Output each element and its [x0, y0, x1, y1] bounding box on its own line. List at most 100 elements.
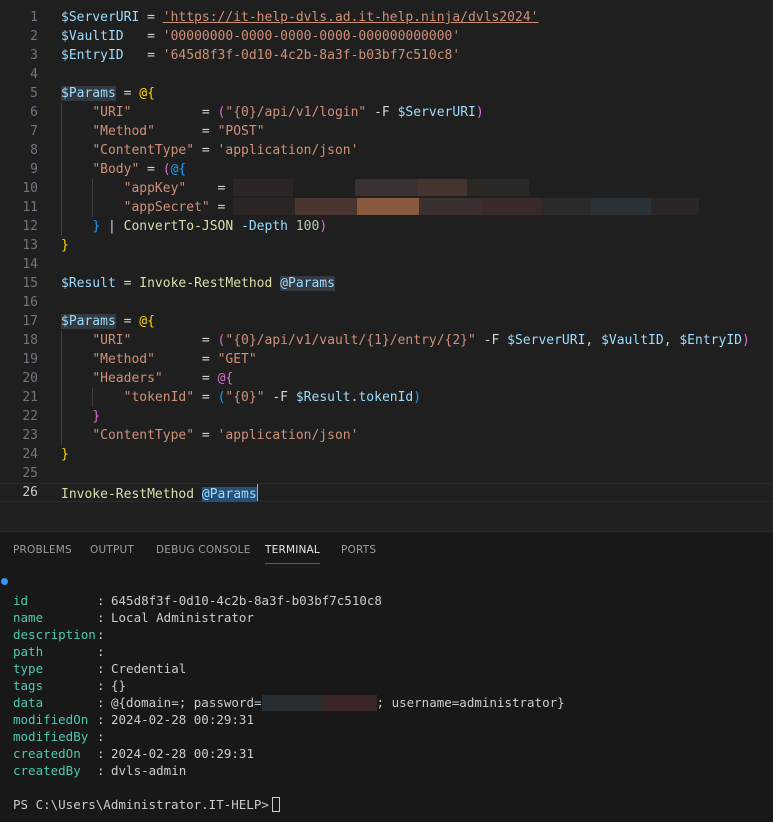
code-line[interactable]: 10 "appKey" = — [0, 179, 773, 198]
tab-ports[interactable]: PORTS — [341, 542, 376, 558]
code-line[interactable]: 21 "tokenId" = ("{0}" -F $Result.tokenId… — [0, 388, 773, 407]
code-line[interactable]: 4 — [0, 65, 773, 84]
code-line[interactable]: 2 $VaultID = '00000000-0000-0000-0000-000… — [0, 27, 773, 46]
code-token: = — [209, 200, 234, 215]
property-separator: : — [97, 695, 105, 710]
line-number: 25 — [22, 466, 38, 481]
property-separator: : — [97, 661, 105, 676]
code-line[interactable]: 5 $Params = @{ — [0, 84, 773, 103]
code-token: $ServerURI — [397, 105, 476, 120]
terminal-output-row: name: Local Administrator — [13, 609, 753, 626]
code-token: "appSecret" — [123, 200, 210, 215]
code-line[interactable]: 23 "ContentType" = 'application/json' — [0, 426, 773, 445]
property-name: description — [13, 627, 96, 642]
code-editor[interactable]: 1 $ServerURI = 'https://it-help-dvls.ad.i… — [0, 0, 773, 531]
code-token: "Method" — [92, 124, 155, 139]
code-line[interactable]: 19 "Method" = "GET" — [0, 350, 773, 369]
property-name: modifiedOn — [13, 712, 89, 727]
code-line[interactable]: 15 $Result = Invoke-RestMethod @Params — [0, 274, 773, 293]
code-line[interactable]: 16 — [0, 293, 773, 312]
code-token: '00000000-0000-0000-0000-000000000000' — [162, 29, 461, 44]
code-line[interactable]: 1 $ServerURI = 'https://it-help-dvls.ad.i… — [0, 8, 773, 27]
code-token: 'application/json' — [217, 143, 359, 158]
code-line[interactable]: 6 "URI" = ("{0}/api/v1/login" -F $Server… — [0, 103, 773, 122]
code-line[interactable]: 26 Invoke-RestMethod @Params — [0, 483, 773, 502]
code-line[interactable]: 13} — [0, 236, 773, 255]
code-token: "ContentType" — [92, 428, 195, 443]
tab-terminal[interactable]: TERMINAL — [265, 542, 320, 564]
code-token: $VaultID — [61, 29, 124, 44]
code-token: ) — [413, 390, 422, 405]
code-line[interactable]: 24} — [0, 445, 773, 464]
redacted-secret — [233, 179, 294, 196]
code-line[interactable]: 14 — [0, 255, 773, 274]
code-text: $ServerURI = 'https://it-help-dvls.ad.it… — [61, 8, 538, 27]
code-line[interactable]: 20 "Headers" = @{ — [0, 369, 773, 388]
tab-debug-console[interactable]: DEBUG CONSOLE — [156, 542, 251, 558]
text-cursor — [256, 484, 258, 501]
code-token: 'https://it-help-dvls.ad.it-help.ninja/d… — [162, 10, 539, 25]
code-token: $ServerURI — [61, 10, 140, 25]
property-value: Local Administrator — [111, 610, 254, 625]
code-token: '645d8f3f-0d10-4c2b-8a3f-b03bf7c510c8' — [162, 48, 461, 63]
code-token: @{ — [170, 162, 187, 177]
code-text: "URI" = ("{0}/api/v1/login" -F $ServerUR… — [61, 103, 483, 122]
code-text: "ContentType" = 'application/json' — [61, 141, 358, 160]
property-name: name — [13, 610, 44, 625]
code-token: 'application/json' — [217, 428, 359, 443]
code-text: Invoke-RestMethod @Params — [61, 484, 258, 503]
code-token: $VaultID — [601, 333, 664, 348]
code-line[interactable]: 3 $EntryID = '645d8f3f-0d10-4c2b-8a3f-b03… — [0, 46, 773, 65]
code-token: $Params — [61, 86, 116, 101]
code-line[interactable]: 18 "URI" = ("{0}/api/v1/vault/{1}/entry/… — [0, 331, 773, 350]
code-text: "ContentType" = 'application/json' — [61, 426, 358, 445]
code-token: = — [131, 333, 218, 348]
code-token: "appKey" — [123, 181, 187, 196]
command-status-dot-icon[interactable] — [1, 578, 8, 585]
code-token: Invoke-RestMethod — [139, 276, 273, 291]
code-token: } — [92, 409, 101, 424]
code-token: = — [139, 10, 163, 25]
code-token: -F — [366, 105, 398, 120]
line-number: 13 — [22, 238, 38, 253]
tab-problems[interactable]: PROBLEMS — [13, 542, 72, 558]
code-line[interactable]: 12 } | ConvertTo-JSON -Depth 100) — [0, 217, 773, 236]
code-token: "POST" — [217, 124, 265, 139]
code-line[interactable]: 17 $Params = @{ — [0, 312, 773, 331]
code-line[interactable]: 22 } — [0, 407, 773, 426]
tab-output[interactable]: OUTPUT — [90, 542, 134, 558]
line-number: 21 — [22, 390, 38, 405]
code-token: | — [100, 219, 124, 234]
code-line[interactable]: 25 — [0, 464, 773, 483]
terminal-output-row: id:645d8f3f-0d10-4c2b-8a3f-b03bf7c510c8 — [13, 592, 753, 609]
code-text: "appSecret" = — [61, 198, 700, 217]
line-number: 23 — [22, 428, 38, 443]
line-number: 5 — [30, 86, 38, 101]
code-token: = — [123, 48, 163, 63]
code-token: "Body" — [92, 162, 140, 177]
code-line[interactable]: 9 "Body" = (@{ — [0, 160, 773, 179]
code-text: "Method" = "GET" — [61, 350, 256, 369]
terminal-output-row: createdOn:2024-02-28 00:29:31 — [13, 745, 753, 762]
property-name: createdBy — [13, 763, 81, 778]
redacted-secret — [651, 198, 700, 215]
code-text: $Params = @{ — [61, 84, 155, 103]
code-token: = — [154, 124, 218, 139]
code-token: = — [131, 105, 218, 120]
code-line[interactable]: 8 "ContentType" = 'application/json' — [0, 141, 773, 160]
code-text: } — [61, 236, 69, 255]
terminal-prompt-line[interactable]: PS C:\Users\Administrator.IT-HELP> — [13, 796, 280, 813]
property-value: @{domain=; password= ; username=administr… — [111, 694, 565, 711]
code-line[interactable]: 11 "appSecret" = — [0, 198, 773, 217]
code-line[interactable]: 7 "Method" = "POST" — [0, 122, 773, 141]
code-text: } | ConvertTo-JSON -Depth 100) — [61, 217, 327, 236]
code-token: "Method" — [92, 352, 155, 367]
terminal-output-row: createdBy: dvls-admin — [13, 762, 753, 779]
code-token: } — [61, 447, 69, 462]
